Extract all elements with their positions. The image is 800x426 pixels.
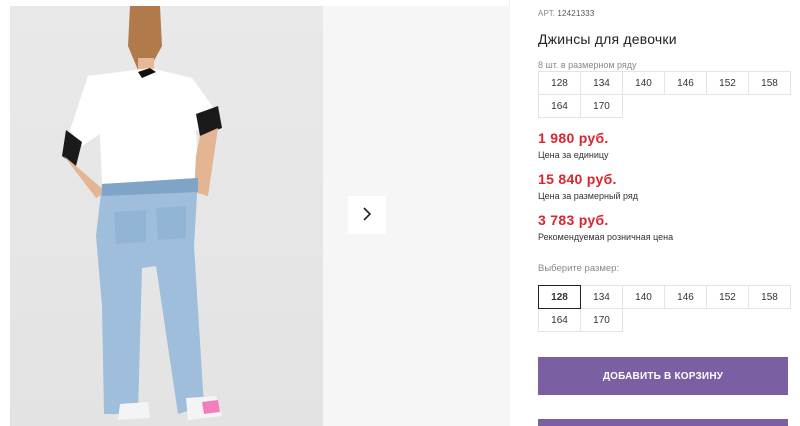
chevron-right-icon (361, 206, 373, 225)
gallery-next-button[interactable] (348, 196, 386, 234)
product-gallery (0, 0, 510, 426)
size-option[interactable]: 128 (538, 285, 581, 309)
pack-price: 15 840 руб. (538, 171, 617, 187)
pack-size-note: 8 шт. в размерном ряду (538, 60, 637, 70)
pack-size-cell: 140 (622, 71, 665, 95)
girl-in-jeans-image (62, 6, 222, 420)
size-option[interactable]: 164 (538, 308, 581, 332)
pack-price-label: Цена за размерный ряд (538, 191, 639, 201)
product-info: АРТ. 12421333 Джинсы для девочки 8 шт. в … (538, 0, 800, 426)
pack-size-cell: 170 (580, 94, 623, 118)
size-option[interactable]: 170 (580, 308, 623, 332)
unit-price: 1 980 руб. (538, 130, 609, 146)
article-value: 12421333 (557, 9, 595, 18)
size-option[interactable]: 146 (664, 285, 707, 309)
size-selector: 128 134 140 146 152 158 164 170 (538, 285, 791, 332)
article-label: АРТ. (538, 9, 556, 18)
size-option[interactable]: 158 (748, 285, 791, 309)
retail-price-label: Рекомендуемая розничная цена (538, 232, 674, 242)
pack-size-cell: 158 (748, 71, 791, 95)
pack-size-cell: 134 (580, 71, 623, 95)
retail-price: 3 783 руб. (538, 212, 609, 228)
article-number: АРТ. 12421333 (538, 9, 595, 18)
size-option[interactable]: 140 (622, 285, 665, 309)
add-to-cart-button[interactable]: ДОБАВИТЬ В КОРЗИНУ (538, 357, 788, 395)
pack-size-cell: 146 (664, 71, 707, 95)
product-photo[interactable] (10, 6, 323, 426)
size-option[interactable]: 134 (580, 285, 623, 309)
pack-size-cell: 152 (706, 71, 749, 95)
choose-size-label: Выберите размер: (538, 263, 620, 274)
pack-size-grid: 128 134 140 146 152 158 164 170 (538, 71, 791, 118)
product-title: Джинсы для девочки (538, 31, 677, 47)
size-option[interactable]: 152 (706, 285, 749, 309)
pack-size-cell: 164 (538, 94, 581, 118)
secondary-action-button[interactable] (538, 419, 788, 426)
unit-price-label: Цена за единицу (538, 150, 609, 160)
pack-size-cell: 128 (538, 71, 581, 95)
